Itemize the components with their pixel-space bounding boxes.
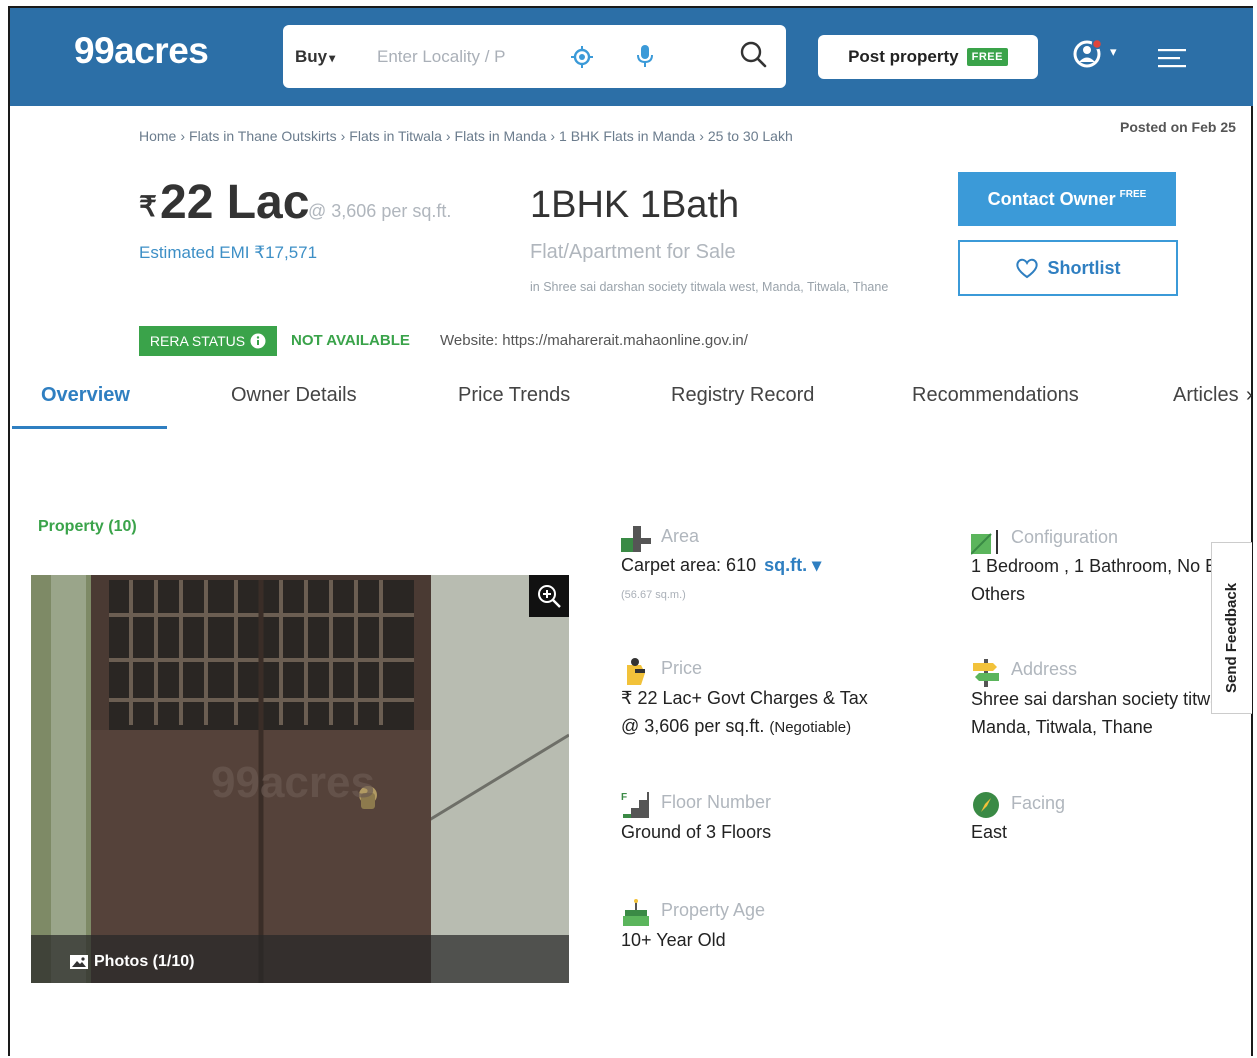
facing-value: East [971,822,1008,842]
property-photo[interactable]: 99acres [31,575,569,983]
rera-label: RERA STATUS [149,333,246,349]
breadcrumb-item[interactable]: Flats in Titwala [349,128,442,144]
section-tabs: Overview Owner Details Price Trends Regi… [10,372,1253,430]
info-icon[interactable] [250,333,266,349]
property-age-label: Property Age [661,900,766,920]
tab-articles[interactable]: Articles [1173,384,1239,407]
free-badge: FREE [966,48,1008,66]
photo-watermark: 99acres [211,758,375,807]
rera-website[interactable]: Website: https://maharerait.mahaonline.g… [440,332,748,349]
floor-label: Floor Number [661,792,772,812]
address-line2: Manda, Titwala, Thane [971,717,1153,737]
door-photo-image: 99acres [31,575,569,983]
listing-price: 22 Lac [160,176,310,229]
locate-me-icon[interactable] [571,46,593,68]
configuration-line2: Others [971,584,1026,604]
area-label: Area [661,526,700,546]
config-title: 1BHK 1Bath [530,184,740,226]
area-value: Carpet area: 610 sq.ft. ▾ [621,551,821,579]
tab-owner-details[interactable]: Owner Details [231,384,357,407]
signpost-icon [973,659,999,687]
chevron-right-icon[interactable]: › [1246,384,1253,407]
floor-icon: F [621,792,649,818]
breadcrumb: Home › Flats in Thane Outskirts › Flats in T… [139,128,793,144]
area-unit: sq.ft. [764,555,808,575]
contact-owner-button[interactable]: Contact Owner FREE [958,172,1176,226]
property-age-icon [623,899,649,926]
photos-count-button[interactable]: Photos (1/10) [70,953,194,971]
tab-recommendations[interactable]: Recommendations [912,384,1079,407]
configuration-line1: 1 Bedroom , 1 Bathroom, No Balcony [971,556,1211,576]
price-line2: @ 3,606 per sq.ft. (Negotiable) [621,712,851,742]
search-input[interactable] [375,43,539,71]
configuration-label: Configuration [1011,527,1119,547]
posted-date: Posted on Feb 25 [1120,119,1236,135]
chevron-down-icon: ▾ [812,555,822,575]
tab-overview[interactable]: Overview [41,384,130,407]
logo[interactable]: 99acres [74,30,209,72]
breadcrumb-separator: › [180,128,186,144]
tab-registry-record[interactable]: Registry Record [671,384,814,407]
tab-price-trends[interactable]: Price Trends [458,384,570,407]
chevron-down-icon[interactable]: ▾ [1110,44,1117,60]
breadcrumb-item[interactable]: Flats in Manda [455,128,547,144]
post-property-button[interactable]: Post property FREE [818,35,1038,79]
shortlist-button[interactable]: Shortlist [958,240,1178,296]
price-tag-icon [627,658,645,685]
listing-address: in Shree sai darshan society titwala wes… [530,280,889,294]
floor-value: Ground of 3 Floors [621,822,772,842]
gallery-title: Property (10) [38,518,137,535]
zoom-in-icon [538,585,561,608]
breadcrumb-item[interactable]: 25 to 30 Lakh [708,128,793,144]
image-icon [70,955,88,969]
facing-label: Facing [1011,793,1066,813]
user-account-icon[interactable] [1072,37,1104,69]
negotiable-tag: (Negotiable) [769,719,852,736]
buy-label: Buy [295,47,328,66]
contact-owner-label: Contact Owner [987,188,1116,209]
active-tab-indicator [12,426,167,429]
compass-icon [973,792,999,818]
price-label: Price [661,658,703,678]
post-property-label: Post property [848,47,959,66]
chevron-down-icon: ▾ [329,51,336,65]
breadcrumb-separator: › [699,128,704,144]
price-per-sqft-detail: @ 3,606 per sq.ft. [621,716,765,736]
address-line1: Shree sai darshan society titwala west, [971,689,1211,709]
microphone-icon[interactable] [634,44,656,68]
breadcrumb-separator: › [445,128,451,144]
heart-icon [1016,258,1039,279]
send-feedback-label: Send Feedback [1223,582,1240,693]
rera-status-badge: RERA STATUS [139,326,277,356]
rera-status-value: NOT AVAILABLE [291,332,410,349]
estimated-emi-link[interactable]: Estimated EMI ₹17,571 [139,243,317,263]
send-feedback-tab[interactable]: Send Feedback [1211,542,1252,714]
site-header: 99acres Buy▾ Post property FREE [10,8,1253,106]
breadcrumb-item[interactable]: 1 BHK Flats in Manda [559,128,695,144]
breadcrumb-separator: › [550,128,556,144]
buy-dropdown[interactable]: Buy ▾ [295,47,335,67]
price-line1: ₹ 22 Lac+ Govt Charges & Tax [621,688,868,708]
shortlist-label: Shortlist [1047,257,1121,278]
area-text: Carpet area: 610 [621,555,757,575]
breadcrumb-item[interactable]: Flats in Thane Outskirts [189,128,337,144]
search-icon[interactable] [738,39,768,69]
svg-text:F: F [621,792,627,803]
zoom-button[interactable] [529,575,569,617]
photos-count-label: Photos (1/10) [94,953,195,970]
free-tag: FREE [1119,188,1147,200]
breadcrumb-separator: › [340,128,346,144]
search-bar: Buy ▾ [283,25,786,88]
area-unit-dropdown[interactable]: sq.ft. ▾ [764,555,821,575]
property-age-value: 10+ Year Old [621,930,726,950]
area-sub: (56.67 sq.m.) [621,589,686,601]
hamburger-menu-icon[interactable] [1158,48,1186,68]
price-per-sqft: @ 3,606 per sq.ft. [308,201,452,221]
currency-symbol: ₹ [139,191,157,222]
address-label: Address [1011,659,1078,679]
property-type: Flat/Apartment for Sale [530,241,736,263]
breadcrumb-item[interactable]: Home [139,128,176,144]
